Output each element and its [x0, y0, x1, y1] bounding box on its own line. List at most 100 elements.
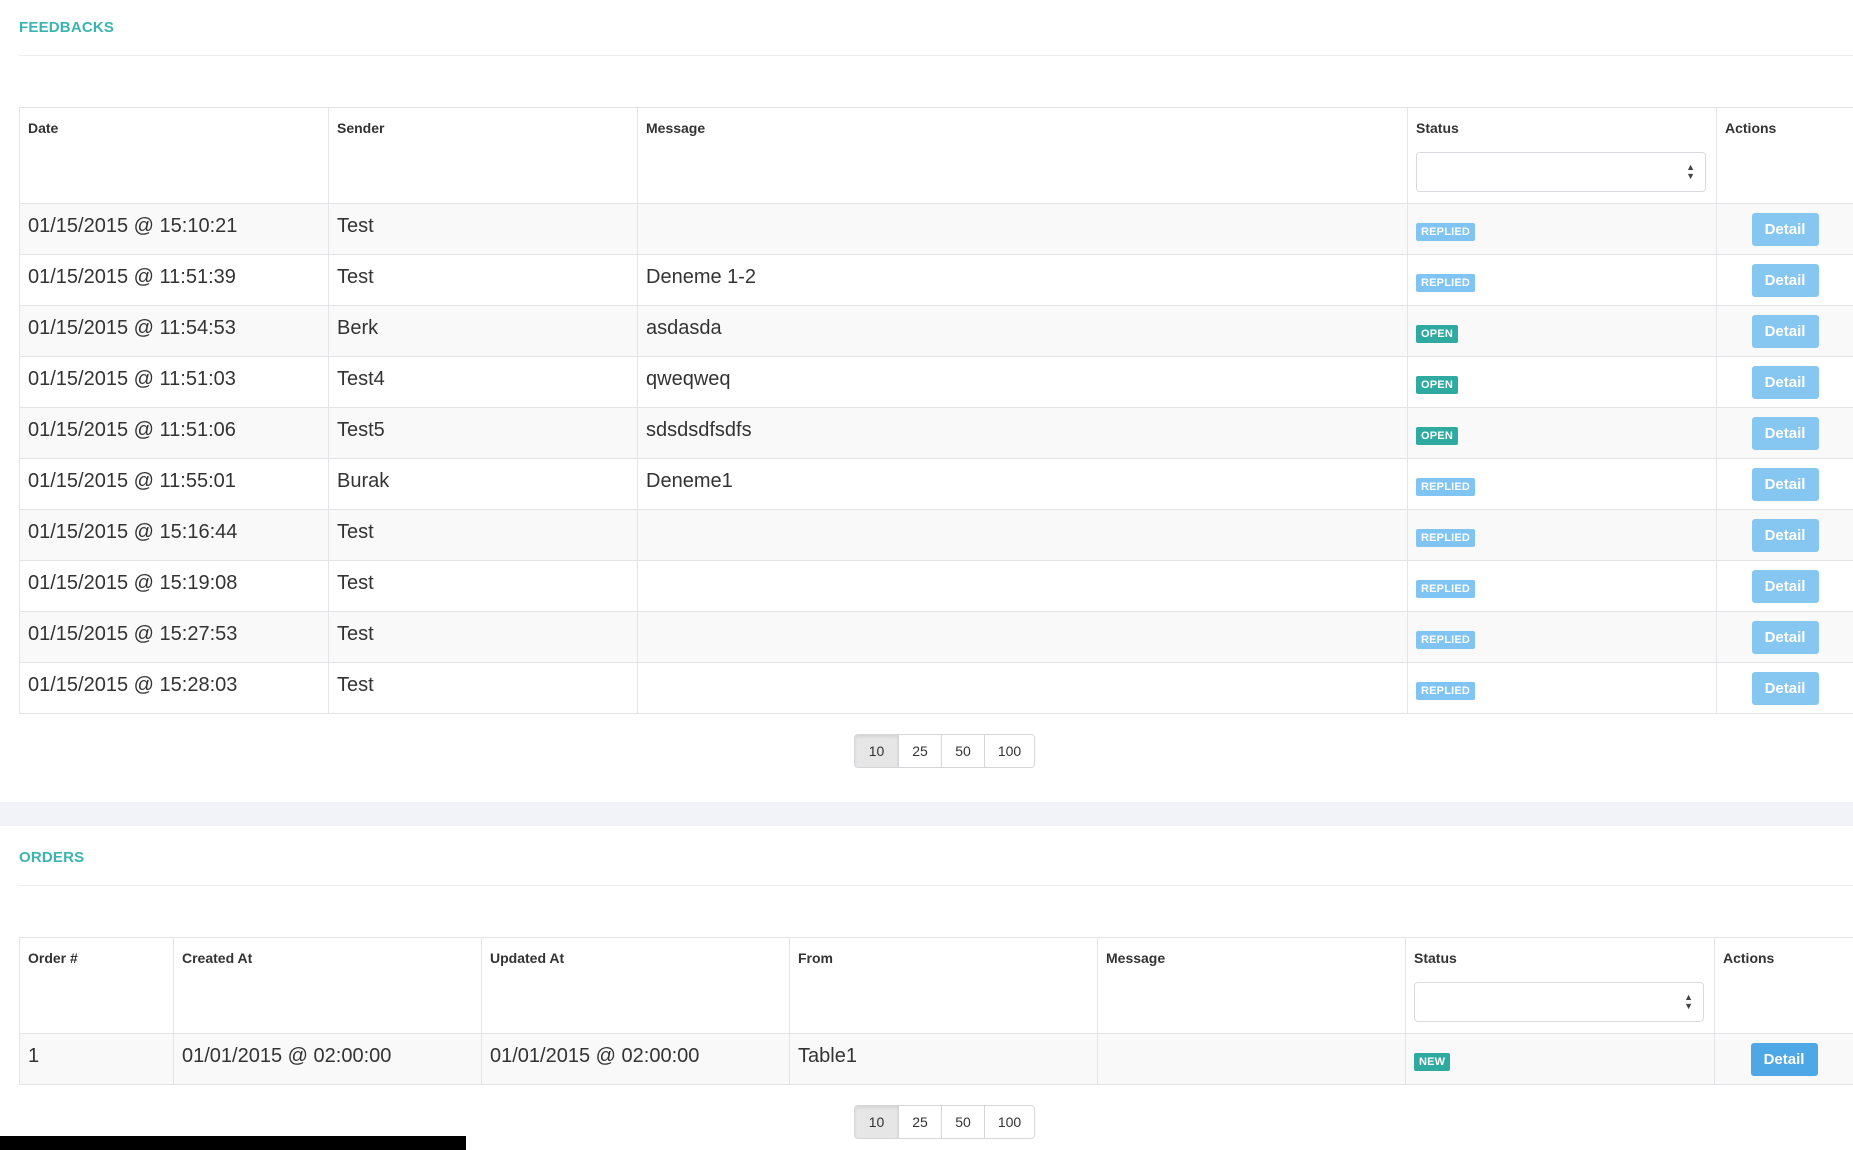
status-filter-select[interactable]: ▲ ▼	[1414, 982, 1704, 1022]
cell-status: REPLIED	[1407, 560, 1717, 612]
status-badge: REPLIED	[1416, 630, 1476, 649]
cell-message: Deneme1	[637, 458, 1408, 510]
detail-button[interactable]: Detail	[1751, 620, 1819, 654]
orders-header-row: Order # Created At Updated At From Messa…	[19, 937, 1853, 1034]
detail-button[interactable]: Detail	[1751, 416, 1819, 450]
table-row: 01/15/2015 @ 11:51:03 Test4 qweqweq OPEN Det…	[19, 356, 1853, 408]
table-row: 01/15/2015 @ 11:55:01 Burak Deneme1 REPLIED…	[19, 458, 1853, 510]
column-header-created-at: Created At	[173, 937, 482, 1034]
section-separator	[0, 802, 1853, 826]
status-badge: REPLIED	[1416, 222, 1476, 241]
feedbacks-header-row: Date Sender Message Status ▲ ▼ Actions	[19, 107, 1853, 204]
cell-message	[637, 509, 1408, 561]
feedbacks-table-body: 01/15/2015 @ 15:10:21 Test REPLIED Detail 01…	[19, 203, 1853, 714]
cell-status: OPEN	[1407, 407, 1717, 459]
cell-status: REPLIED	[1407, 662, 1717, 714]
column-header-from: From	[789, 937, 1098, 1034]
status-badge: REPLIED	[1416, 477, 1476, 496]
cell-updated-at: 01/01/2015 @ 02:00:00	[481, 1033, 790, 1085]
cell-date: 01/15/2015 @ 15:19:08	[19, 560, 329, 612]
cell-actions: Detail	[1714, 1033, 1853, 1085]
column-header-message: Message	[1097, 937, 1406, 1034]
feedbacks-page-size-selector: 10 25 50 100	[854, 734, 1035, 768]
cell-actions: Detail	[1716, 305, 1853, 357]
cell-date: 01/15/2015 @ 15:27:53	[19, 611, 329, 663]
cell-message: sdsdsdfsdfs	[637, 407, 1408, 459]
detail-button[interactable]: Detail	[1751, 671, 1819, 705]
cell-actions: Detail	[1716, 356, 1853, 408]
table-row: 01/15/2015 @ 11:54:53 Berk asdasda OPEN Deta…	[19, 305, 1853, 357]
page-size-10-button[interactable]: 10	[855, 735, 898, 767]
cell-status: REPLIED	[1407, 254, 1717, 306]
feedbacks-title: FEEDBACKS	[19, 19, 115, 36]
cell-message	[637, 611, 1408, 663]
cell-created-at: 01/01/2015 @ 02:00:00	[173, 1033, 482, 1085]
table-row: 01/15/2015 @ 15:27:53 Test REPLIED Detail	[19, 611, 1853, 663]
cell-message	[637, 662, 1408, 714]
column-header-order-number: Order #	[19, 937, 174, 1034]
page-size-100-button[interactable]: 100	[984, 735, 1034, 767]
column-header-date: Date	[19, 107, 329, 204]
cell-sender: Test	[328, 560, 638, 612]
cell-message	[637, 560, 1408, 612]
cell-message: Deneme 1-2	[637, 254, 1408, 306]
status-badge: REPLIED	[1416, 273, 1476, 292]
status-badge: REPLIED	[1416, 681, 1476, 700]
cell-order-number: 1	[19, 1033, 174, 1085]
status-badge: REPLIED	[1416, 528, 1476, 547]
detail-button[interactable]: Detail	[1751, 518, 1819, 552]
detail-button[interactable]: Detail	[1751, 263, 1819, 297]
cell-date: 01/15/2015 @ 11:55:01	[19, 458, 329, 510]
cell-actions: Detail	[1716, 611, 1853, 663]
orders-table: Order # Created At Updated At From Messa…	[19, 937, 1853, 1085]
orders-panel: ORDERS Order # Created At Updated At Fro…	[0, 826, 1853, 1150]
up-down-arrows-icon: ▲ ▼	[1686, 162, 1695, 181]
column-header-status-label: Status	[1414, 950, 1457, 966]
bottom-bar	[0, 1136, 466, 1150]
column-header-status-label: Status	[1416, 120, 1459, 136]
feedbacks-table: Date Sender Message Status ▲ ▼ Actions 01…	[19, 107, 1853, 714]
page-size-100-button[interactable]: 100	[984, 1106, 1034, 1138]
column-header-status: Status ▲ ▼	[1405, 937, 1715, 1034]
page-size-25-button[interactable]: 25	[898, 735, 941, 767]
cell-actions: Detail	[1716, 458, 1853, 510]
status-badge: OPEN	[1416, 324, 1458, 343]
column-header-message: Message	[637, 107, 1408, 204]
orders-title: ORDERS	[19, 849, 85, 866]
table-row: 01/15/2015 @ 11:51:39 Test Deneme 1-2 REPLI…	[19, 254, 1853, 306]
column-header-actions: Actions	[1714, 937, 1853, 1034]
page-size-50-button[interactable]: 50	[941, 1106, 984, 1138]
page-size-10-button[interactable]: 10	[855, 1106, 898, 1138]
cell-actions: Detail	[1716, 203, 1853, 255]
cell-status: REPLIED	[1407, 203, 1717, 255]
detail-button[interactable]: Detail	[1751, 569, 1819, 603]
page-size-25-button[interactable]: 25	[898, 1106, 941, 1138]
table-row: 01/15/2015 @ 15:28:03 Test REPLIED Detail	[19, 662, 1853, 714]
status-badge: OPEN	[1416, 426, 1458, 445]
cell-from: Table1	[789, 1033, 1098, 1085]
cell-sender: Test	[328, 254, 638, 306]
orders-divider	[19, 885, 1853, 886]
cell-sender: Test	[328, 611, 638, 663]
page-size-50-button[interactable]: 50	[941, 735, 984, 767]
detail-button[interactable]: Detail	[1750, 1042, 1818, 1076]
detail-button[interactable]: Detail	[1751, 314, 1819, 348]
detail-button[interactable]: Detail	[1751, 467, 1819, 501]
table-row: 01/15/2015 @ 15:16:44 Test REPLIED Detail	[19, 509, 1853, 561]
column-header-sender: Sender	[328, 107, 638, 204]
column-header-status: Status ▲ ▼	[1407, 107, 1717, 204]
cell-status: OPEN	[1407, 356, 1717, 408]
cell-date: 01/15/2015 @ 11:51:03	[19, 356, 329, 408]
status-badge: OPEN	[1416, 375, 1458, 394]
table-row: 01/15/2015 @ 11:51:06 Test5 sdsdsdfsdfs OPE…	[19, 407, 1853, 459]
cell-date: 01/15/2015 @ 15:28:03	[19, 662, 329, 714]
column-header-actions: Actions	[1716, 107, 1853, 204]
status-filter-select[interactable]: ▲ ▼	[1416, 152, 1706, 192]
table-row: 01/15/2015 @ 15:10:21 Test REPLIED Detail	[19, 203, 1853, 255]
detail-button[interactable]: Detail	[1751, 365, 1819, 399]
detail-button[interactable]: Detail	[1751, 212, 1819, 246]
cell-status: REPLIED	[1407, 458, 1717, 510]
cell-sender: Test	[328, 509, 638, 561]
cell-message	[637, 203, 1408, 255]
cell-status: NEW	[1405, 1033, 1715, 1085]
